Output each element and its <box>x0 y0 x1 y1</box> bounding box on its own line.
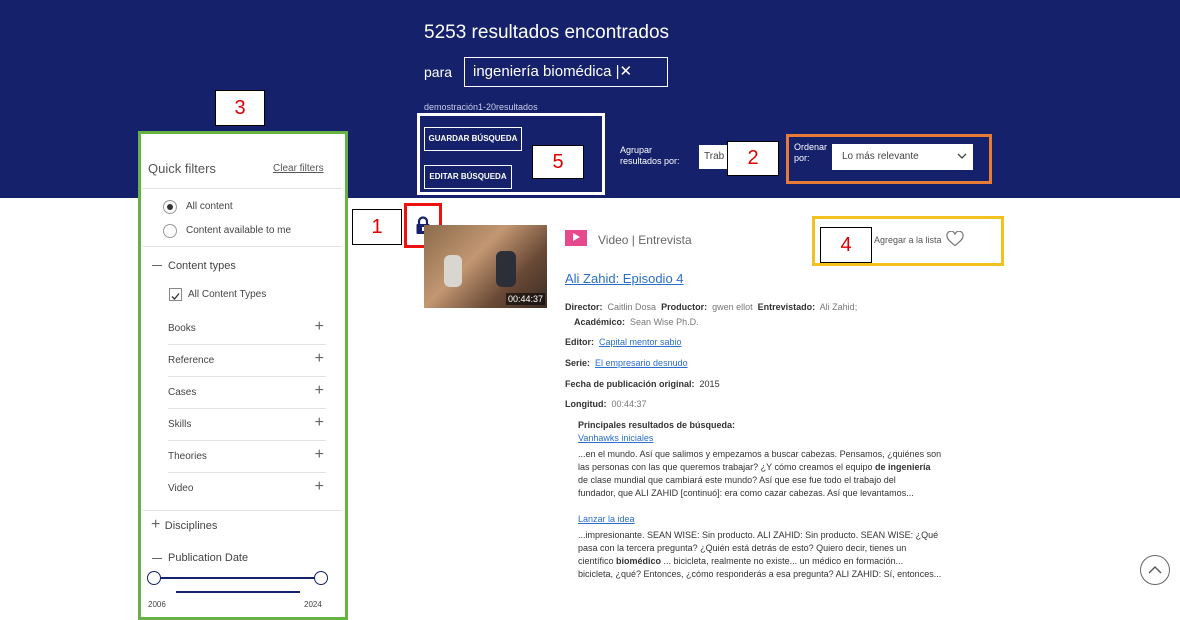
callout-3: 3 <box>215 90 265 126</box>
type-item-books[interactable]: Books + <box>168 313 326 344</box>
all-types-checkbox[interactable] <box>169 288 182 301</box>
top-results-heading: Principales resultados de búsqueda: <box>578 420 736 430</box>
producer-name: gwen ellot <box>712 302 753 312</box>
plus-icon: + <box>314 318 324 335</box>
disciplines-label: Disciplines <box>164 520 218 532</box>
search-query-field[interactable]: ingeniería biomédica |✕ <box>464 57 668 87</box>
type-item-skills[interactable]: Skills + <box>168 408 326 440</box>
disciplines-toggle[interactable]: + Disciplines <box>151 516 217 534</box>
all-content-label: All content <box>186 201 233 212</box>
academic-name: Sean Wise Ph.D. <box>630 317 699 327</box>
callout-5: 5 <box>532 145 584 179</box>
date-slider-end-handle[interactable] <box>314 571 328 585</box>
video-type-icon <box>565 230 587 246</box>
all-types-label: All Content Types <box>188 289 267 300</box>
group-by-label: Agrupar resultados por: <box>620 145 680 166</box>
available-content-radio[interactable] <box>163 224 177 238</box>
available-content-label: Content available to me <box>186 225 292 236</box>
year-start: 2006 <box>148 600 166 609</box>
length-line: Longitud: 00:44:37 <box>565 399 647 409</box>
year-end: 2024 <box>304 600 322 609</box>
plus-icon: + <box>314 446 324 463</box>
snippet-1-text: ...en el mundo. Así que salimos y empeza… <box>578 449 942 498</box>
sort-label: Ordenar por: <box>794 142 828 163</box>
result-title-link[interactable]: Ali Zahid: Episodio 4 <box>565 271 684 286</box>
content-type-label: Video | Entrevista <box>598 233 692 247</box>
check-icon <box>171 293 180 300</box>
series-line: Serie: El empresario desnudo <box>565 358 688 368</box>
divider <box>142 246 342 247</box>
plus-icon: + <box>314 414 324 431</box>
plus-icon: + <box>151 516 161 533</box>
heart-icon <box>946 230 964 247</box>
length-value: 00:44:37 <box>611 399 647 409</box>
pubdate-value: 2015 <box>699 379 720 389</box>
thumbnail-person-right <box>496 251 516 287</box>
snippet-1-link[interactable]: Vanhawks iniciales <box>578 433 653 443</box>
add-to-list-button[interactable]: Agregar a la lista <box>874 230 964 248</box>
pubdate-line: Fecha de publicación original: 2015 <box>565 379 720 389</box>
quick-filters-title: Quick filters <box>148 161 216 176</box>
thumbnail-person-left <box>444 255 462 287</box>
divider <box>142 510 342 511</box>
collapse-icon[interactable] <box>152 265 162 266</box>
sort-value: Lo más relevante <box>842 151 919 162</box>
clear-filters-link[interactable]: Clear filters <box>273 163 324 174</box>
snippet-2-text: ...impresionante. SEAN WISE: Sin product… <box>578 530 942 579</box>
publication-date-heading[interactable]: Publication Date <box>168 552 248 564</box>
chevron-down-icon <box>957 153 967 159</box>
plus-icon: + <box>314 382 324 399</box>
callout-4: 4 <box>820 227 872 263</box>
date-range-bar <box>176 591 300 593</box>
credits-line-1: Director: Caitlin Dosa Productor: gwen e… <box>565 302 858 312</box>
edit-search-button[interactable]: EDITAR BÚSQUEDA <box>424 165 512 189</box>
divider <box>142 188 342 189</box>
type-item-cases[interactable]: Cases + <box>168 376 326 408</box>
para-label: para <box>424 64 453 80</box>
snippet-2-link[interactable]: Lanzar la idea <box>578 514 635 524</box>
save-search-button[interactable]: GUARDAR BÚSQUEDA <box>424 127 522 151</box>
back-to-top-button[interactable] <box>1140 555 1170 585</box>
credits-line-2: Académico: Sean Wise Ph.D. <box>574 317 699 327</box>
plus-icon: + <box>314 478 324 495</box>
date-slider-track[interactable] <box>154 577 320 579</box>
add-to-list-label: Agregar a la lista <box>874 235 942 245</box>
chevron-up-icon <box>1148 566 1162 574</box>
interviewee-name: Ali Zahid; <box>819 302 858 312</box>
type-item-reference[interactable]: Reference + <box>168 344 326 376</box>
type-item-video[interactable]: Video + <box>168 472 326 504</box>
callout-2: 2 <box>727 141 779 176</box>
play-icon <box>573 233 580 241</box>
content-types-heading[interactable]: Content types <box>168 260 236 272</box>
all-content-radio[interactable] <box>163 200 177 214</box>
date-slider-start-handle[interactable] <box>147 571 161 585</box>
collapse-icon[interactable] <box>152 558 162 559</box>
type-item-theories[interactable]: Theories + <box>168 440 326 472</box>
editor-link[interactable]: Capital mentor sabio <box>599 337 682 347</box>
editor-line: Editor: Capital mentor sabio <box>565 337 682 347</box>
showing-range: demostración1-20resultados <box>424 102 538 112</box>
director-name: Caitlin Dosa <box>607 302 657 312</box>
sort-select[interactable]: Lo más relevante <box>832 144 973 170</box>
results-count: 5253 resultados encontrados <box>424 22 670 43</box>
series-link[interactable]: El empresario desnudo <box>595 358 688 368</box>
callout-1: 1 <box>352 209 402 245</box>
duration-badge: 00:44:37 <box>505 293 545 305</box>
video-thumbnail[interactable]: 00:44:37 <box>424 225 547 308</box>
content-type-list: Books + Reference + Cases + Skills + Theorie… <box>168 313 326 504</box>
plus-icon: + <box>314 350 324 367</box>
